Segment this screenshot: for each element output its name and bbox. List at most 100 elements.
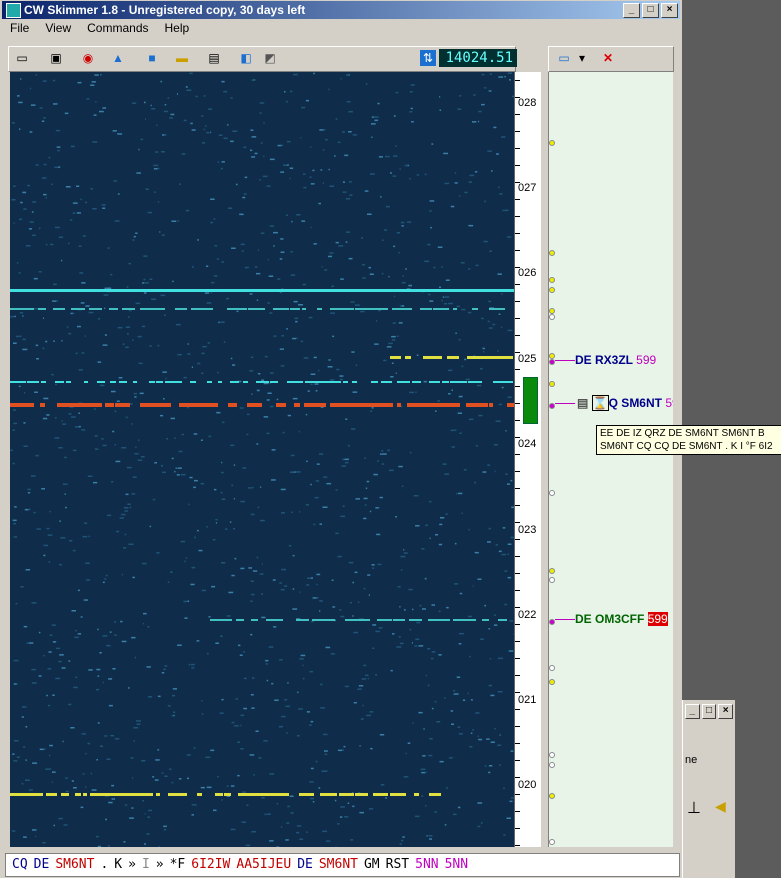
spot-dot[interactable]	[549, 287, 555, 293]
spot-dot[interactable]	[549, 752, 555, 758]
signal-trace	[255, 308, 265, 310]
spot-dot[interactable]	[549, 762, 555, 768]
noise-speck	[400, 555, 406, 558]
spot-dot[interactable]	[549, 277, 555, 283]
tile-icon[interactable]: ◧	[237, 50, 255, 66]
noise-speck	[425, 805, 427, 807]
spot-om3cff[interactable]: DE OM3CFF 599	[575, 612, 668, 626]
noise-speck	[448, 302, 453, 305]
noise-speck	[269, 225, 274, 227]
close-button[interactable]: ×	[718, 704, 734, 719]
signal-trace	[243, 381, 248, 383]
noise-speck	[340, 806, 345, 808]
noise-speck	[219, 712, 224, 714]
spot-dot[interactable]	[549, 577, 555, 583]
spot-dot[interactable]	[549, 359, 555, 365]
waterfall-icon[interactable]: ▲	[109, 50, 127, 66]
noise-speck	[384, 229, 388, 231]
noise-speck	[156, 124, 158, 126]
spot-dot[interactable]	[549, 381, 555, 387]
menu-file[interactable]: File	[2, 20, 37, 38]
dropdown-arrow-icon[interactable]: ▾	[573, 50, 591, 66]
spot-dot[interactable]	[549, 140, 555, 146]
noise-speck	[431, 707, 434, 710]
noise-speck	[43, 397, 49, 400]
waterfall-display[interactable]	[10, 72, 515, 847]
maximize-button[interactable]: □	[701, 704, 717, 719]
menu-help[interactable]: Help	[157, 20, 198, 38]
noise-speck	[197, 529, 199, 532]
noise-speck	[211, 281, 215, 284]
minimize-button[interactable]: _	[685, 704, 700, 719]
noise-speck	[164, 775, 168, 777]
spot-sm6nt[interactable]: ▤ ⌛Q SM6NT 59	[577, 395, 673, 411]
spots-icon[interactable]: ▭	[555, 50, 573, 66]
ruler-icon[interactable]: ▬	[173, 50, 191, 66]
noise-speck	[371, 407, 374, 409]
passband-marker[interactable]	[523, 377, 538, 424]
noise-speck	[129, 506, 132, 509]
noise-speck	[348, 257, 353, 260]
noise-speck	[285, 705, 290, 708]
noise-speck	[132, 777, 134, 779]
radio-icon[interactable]: ▭	[13, 50, 31, 66]
noise-speck	[292, 588, 295, 590]
noise-speck	[504, 570, 508, 572]
noise-speck	[45, 768, 50, 770]
spot-dot[interactable]	[549, 793, 555, 799]
signal-trace	[37, 793, 43, 796]
close-button[interactable]: ×	[661, 3, 678, 18]
speaker-icon[interactable]: ◉	[79, 50, 97, 66]
noise-speck	[93, 408, 96, 410]
noise-speck	[256, 272, 261, 275]
soundcard-icon[interactable]: ▣	[47, 50, 65, 66]
spot-dot[interactable]	[549, 490, 555, 496]
noise-speck	[136, 720, 141, 722]
speaker-icon[interactable]: ◀	[715, 798, 726, 815]
noise-speck	[116, 530, 120, 533]
spot-dot[interactable]	[549, 839, 555, 845]
noise-speck	[102, 635, 108, 637]
noise-speck	[143, 292, 147, 294]
minimize-button[interactable]: _	[623, 3, 640, 18]
noise-speck	[73, 787, 77, 789]
noise-speck	[411, 121, 414, 123]
spot-dot[interactable]	[549, 619, 555, 625]
noise-speck	[503, 787, 505, 790]
noise-speck	[172, 688, 177, 690]
spot-rx3zl[interactable]: DE RX3ZL 599	[575, 353, 656, 367]
spot-dot[interactable]	[549, 568, 555, 574]
clear-icon[interactable]: ✕	[599, 50, 617, 66]
frequency-display[interactable]: 14024.51	[439, 49, 517, 67]
windows-icon[interactable]: ◩	[261, 50, 279, 66]
noise-speck	[31, 602, 37, 604]
menu-view[interactable]: View	[37, 20, 79, 38]
noise-speck	[473, 94, 476, 96]
main-toolbar: ▭ ▣ ◉ ▲ ■ ▬ ▤ ◧ ◩ ⇅ 14024.51	[8, 46, 517, 72]
noise-speck	[371, 564, 375, 566]
spot-dot[interactable]	[549, 665, 555, 671]
noise-speck	[172, 694, 175, 697]
noise-speck	[320, 683, 323, 686]
noise-speck	[345, 241, 348, 243]
noise-speck	[505, 473, 508, 475]
noise-speck	[153, 164, 159, 167]
noise-speck	[355, 498, 360, 500]
save-icon[interactable]: ■	[143, 50, 161, 66]
maximize-button[interactable]: □	[642, 3, 659, 18]
spot-dot[interactable]	[549, 250, 555, 256]
noise-speck	[289, 167, 294, 169]
noise-speck	[465, 378, 470, 381]
noise-speck	[340, 278, 344, 280]
scale-tick	[515, 794, 520, 795]
noise-speck	[96, 759, 98, 761]
noise-speck	[208, 435, 212, 438]
waterfall-canvas	[10, 72, 515, 847]
spot-dot[interactable]	[549, 314, 555, 320]
spot-dot[interactable]	[549, 679, 555, 685]
menu-commands[interactable]: Commands	[79, 20, 156, 38]
notes-icon[interactable]: ▤	[205, 50, 223, 66]
noise-speck	[205, 756, 211, 759]
spot-dot[interactable]	[549, 403, 555, 409]
frequency-swap-icon[interactable]: ⇅	[420, 50, 436, 66]
